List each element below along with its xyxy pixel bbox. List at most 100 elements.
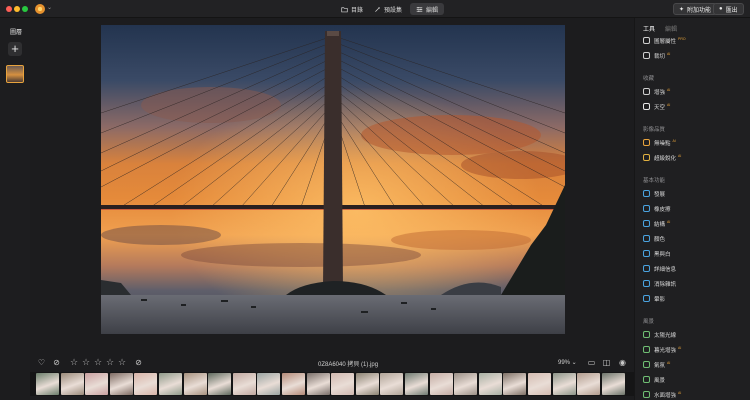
filmstrip-thumbnail[interactable] xyxy=(306,373,330,395)
filmstrip-thumbnail[interactable] xyxy=(60,373,84,395)
ai-badge: AI xyxy=(667,102,671,107)
tool-enhance[interactable]: 增強 AI xyxy=(643,87,670,96)
filmstrip-thumbnail[interactable] xyxy=(109,373,133,395)
layers-title: 圖層 xyxy=(10,30,23,36)
rating-star-2[interactable]: ☆ xyxy=(82,358,90,367)
zoom-window-button[interactable] xyxy=(22,6,28,12)
filmstrip-thumbnail[interactable] xyxy=(331,373,355,395)
tool-supersharp[interactable]: 超級銳化 AI xyxy=(643,153,681,162)
layer-thumbnail[interactable] xyxy=(6,65,24,83)
minimize-window-button[interactable] xyxy=(14,6,20,12)
presets-icon xyxy=(375,6,380,12)
compare-icon[interactable]: ◫ xyxy=(602,358,611,367)
filmstrip-thumbnail[interactable] xyxy=(85,373,109,395)
develop-icon xyxy=(643,190,650,197)
tool-develop[interactable]: 發展 xyxy=(643,189,665,198)
tool-label: 氣氛 xyxy=(654,362,666,369)
tab-presets-label: 預設集 xyxy=(384,7,403,14)
tool-label: 圖層屬性 xyxy=(654,38,677,45)
filmstrip-thumbnail[interactable] xyxy=(528,373,551,395)
tab-edits[interactable]: 編輯 xyxy=(665,24,677,33)
filmstrip-thumbnail[interactable] xyxy=(552,373,576,395)
rating-star-5[interactable]: ☆ xyxy=(118,358,126,367)
tool-vignette[interactable]: 暈影 xyxy=(643,294,665,303)
tab-catalog[interactable]: 目錄 xyxy=(335,3,369,15)
filmstrip-thumbnail[interactable] xyxy=(134,373,158,395)
rating-star-4[interactable]: ☆ xyxy=(106,358,114,367)
filmstrip-thumbnail[interactable] xyxy=(232,373,256,395)
filmstrip-thumbnail[interactable] xyxy=(380,373,404,395)
tool-label: 結構 xyxy=(654,221,666,228)
tool-label: 增強 xyxy=(654,89,666,96)
eye-icon[interactable]: ◉ xyxy=(618,358,627,367)
ai-badge: PRO xyxy=(678,36,686,41)
bottom-toolbar: ♡ ⊘ ☆ ☆ ☆ ☆ ☆ ⊘ 0Z8A6040 拷貝 (1).jpg 99% … xyxy=(30,355,634,371)
filmstrip-thumbnail[interactable] xyxy=(183,373,207,395)
filmstrip-thumbnail[interactable] xyxy=(478,373,502,395)
tool-water[interactable]: 水面增強 AI xyxy=(643,390,681,399)
tool-black-white[interactable]: 黑與白 xyxy=(643,249,671,258)
filmstrip-thumbnail[interactable] xyxy=(577,373,601,395)
ai-badge: AI xyxy=(667,219,671,224)
addons-label: 附加功能 xyxy=(687,7,712,14)
add-layer-button[interactable]: + xyxy=(8,42,22,56)
tool-crop[interactable]: 裁切 AI xyxy=(643,51,670,60)
tool-noiseless[interactable]: 無噪點 AI xyxy=(643,138,676,147)
main-photo[interactable] xyxy=(101,25,565,334)
rating-star-1[interactable]: ☆ xyxy=(70,358,78,367)
zoom-level[interactable]: 99% ⌄ xyxy=(558,359,577,366)
filmstrip-thumbnail[interactable] xyxy=(159,373,182,395)
tool-label: 水面增強 xyxy=(654,392,677,399)
app-logo-icon[interactable] xyxy=(35,4,45,14)
tool-structure[interactable]: 結構 AI xyxy=(643,219,670,228)
tab-edit[interactable]: 編輯 xyxy=(410,3,445,15)
tool-atmosphere[interactable]: 氣氛 AI xyxy=(643,360,670,369)
tool-label: 顏色 xyxy=(654,236,666,243)
tool-sunrays[interactable]: 太陽光線 xyxy=(643,330,676,339)
tool-denoise[interactable]: 消除雜訊 xyxy=(643,279,676,288)
filmstrip-thumbnail[interactable] xyxy=(429,373,453,395)
tab-catalog-label: 目錄 xyxy=(351,7,364,14)
section-header: 基本功能 xyxy=(643,178,666,184)
tools-panel: 工具 編輯 圖層屬性 PRO 裁切 AI 收藏 增強 AI 天空 AI 影像品質 無噪點 AI 超級銳化… xyxy=(634,18,750,400)
filmstrip-thumbnail[interactable] xyxy=(36,373,59,395)
ai-badge: AI xyxy=(667,51,671,56)
filmstrip-thumbnail[interactable] xyxy=(208,373,232,395)
filmstrip xyxy=(30,372,634,396)
landscape-icon xyxy=(643,376,650,383)
export-button[interactable]: ● 匯出 xyxy=(713,3,744,15)
tool-details[interactable]: 詳細信息 xyxy=(643,264,676,273)
tool-eraser[interactable]: 橡皮擦 xyxy=(643,204,671,213)
ai-badge: AI xyxy=(678,390,682,395)
tool-landscape[interactable]: 風景 xyxy=(643,375,665,384)
clear-rating-icon[interactable]: ⊘ xyxy=(134,358,143,367)
tool-label: 太陽光線 xyxy=(654,332,677,339)
tool-color[interactable]: 顏色 xyxy=(643,234,665,243)
reject-icon[interactable]: ⊘ xyxy=(52,358,61,367)
addons-button[interactable]: ✦ 附加功能 xyxy=(673,3,718,15)
filmstrip-thumbnail[interactable] xyxy=(405,373,428,395)
rating-star-3[interactable]: ☆ xyxy=(94,358,102,367)
filmstrip-thumbnail[interactable] xyxy=(601,373,625,395)
filmstrip-thumbnail[interactable] xyxy=(503,373,527,395)
tool-sky[interactable]: 天空 AI xyxy=(643,102,670,111)
close-window-button[interactable] xyxy=(6,6,12,12)
tool-layer-properties[interactable]: 圖層屬性 PRO xyxy=(643,36,686,45)
info-icon[interactable]: ▭ xyxy=(587,358,596,367)
tab-presets[interactable]: 預設集 xyxy=(368,3,408,15)
tab-tools[interactable]: 工具 xyxy=(643,24,655,33)
folder-icon xyxy=(341,6,348,12)
tool-label: 詳細信息 xyxy=(654,266,677,273)
tool-label: 天空 xyxy=(654,104,666,111)
filmstrip-thumbnail[interactable] xyxy=(454,373,478,395)
structure-icon xyxy=(643,220,650,227)
filmstrip-thumbnail[interactable] xyxy=(355,373,379,395)
ai-badge: AI xyxy=(672,138,676,143)
chevron-down-icon[interactable]: ⌄ xyxy=(47,4,52,11)
tab-edit-label: 編輯 xyxy=(426,7,439,14)
filmstrip-thumbnail[interactable] xyxy=(257,373,281,395)
heart-icon[interactable]: ♡ xyxy=(37,358,46,367)
filmstrip-thumbnail[interactable] xyxy=(282,373,305,395)
export-label: 匯出 xyxy=(725,7,738,14)
tool-golden-hour[interactable]: 暮光增強 AI xyxy=(643,345,681,354)
